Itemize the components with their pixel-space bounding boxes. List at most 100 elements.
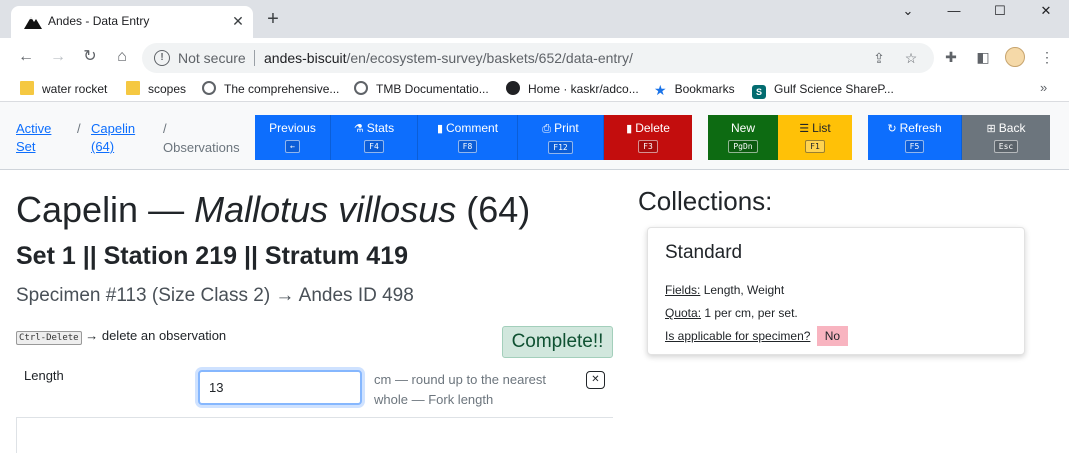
address-bar[interactable]: ! Not secure andes-biscuit/en/ecosystem-…	[142, 43, 934, 73]
bookmark-label: The comprehensive...	[224, 82, 340, 96]
divider	[16, 417, 613, 418]
bookmark-item[interactable]: S Gulf Science ShareP...	[752, 80, 894, 99]
collection-applicable: Is applicable for specimen? No	[665, 326, 849, 346]
clear-field-icon[interactable]: ✕	[586, 371, 605, 389]
delete-hint: Ctrl-Delete → delete an observation	[16, 328, 226, 345]
fields-label: Fields:	[665, 283, 701, 297]
common-name: Capelin	[16, 189, 139, 230]
new-button[interactable]: New PgDn	[708, 115, 778, 160]
kebab-menu-icon[interactable]: ⋮	[1038, 48, 1056, 66]
list-icon: ☰	[799, 123, 810, 135]
globe-icon	[354, 81, 368, 95]
length-label: Length	[24, 368, 64, 383]
tab-close-icon[interactable]: ✕	[229, 12, 247, 30]
back-icon: ⊞	[986, 123, 996, 135]
reload-icon[interactable]: ↻	[78, 45, 102, 69]
back-label: Back	[998, 121, 1026, 135]
tab-search-icon[interactable]: ⌄	[885, 0, 931, 22]
scientific-name: Mallotus villosus	[194, 189, 457, 230]
refresh-key: F5	[904, 140, 925, 153]
bookmark-item[interactable]: water rocket	[20, 80, 107, 98]
browser-tab-strip: Andes - Data Entry ✕ + ⌄ — ☐ ✕	[0, 0, 1069, 38]
minimize-button[interactable]: —	[931, 0, 977, 22]
list-button[interactable]: ☰ List F1	[778, 115, 852, 160]
bookmark-item[interactable]: TMB Documentatio...	[354, 80, 489, 98]
bookmark-label: scopes	[148, 82, 187, 96]
side-panel-icon[interactable]: ◧	[974, 48, 992, 66]
length-help-text: cm — round up to the nearest whole — For…	[374, 372, 546, 407]
back-key: Esc	[993, 140, 1019, 153]
comment-button[interactable]: ▮ Comment F8	[418, 115, 518, 160]
bookmark-star-icon[interactable]: ☆	[902, 49, 920, 67]
print-button[interactable]: ⎙ Print F12	[518, 115, 604, 160]
bookmark-item[interactable]: Home · kaskr/adco...	[506, 80, 639, 98]
previous-button[interactable]: Previous ←	[255, 115, 331, 160]
breadcrumb-active-set[interactable]: Active Set	[16, 120, 51, 156]
bookmark-label: TMB Documentatio...	[376, 82, 489, 96]
folder-icon	[126, 81, 140, 95]
breadcrumb-species[interactable]: Capelin (64)	[91, 120, 135, 156]
mountain-icon	[24, 17, 42, 29]
collection-name: Standard	[665, 242, 743, 263]
collection-quota: Quota: 1 per cm, per set.	[665, 306, 798, 320]
new-label: New	[730, 121, 755, 135]
back-button[interactable]: ⊞ Back Esc	[962, 115, 1050, 160]
collection-fields: Fields: Length, Weight	[665, 283, 784, 297]
bookmark-item[interactable]: ★ Bookmarks	[654, 80, 735, 98]
stats-key: F4	[364, 140, 384, 153]
browser-tab[interactable]: Andes - Data Entry ✕	[11, 6, 253, 38]
applicable-badge: No	[816, 326, 849, 346]
bookmark-item[interactable]: The comprehensive...	[202, 80, 339, 98]
breadcrumb-link[interactable]: Capelin	[91, 121, 135, 136]
species-count: (64)	[466, 189, 531, 230]
breadcrumb-link[interactable]: (64)	[91, 139, 114, 154]
quota-value: 1 per cm, per set.	[704, 306, 798, 320]
breadcrumb-link[interactable]: Set	[16, 139, 36, 154]
forward-arrow-icon[interactable]: →	[46, 45, 70, 69]
collection-card: Standard Fields: Length, Weight Quota: 1…	[647, 227, 1025, 355]
bookmark-item[interactable]: scopes	[126, 80, 186, 98]
length-input[interactable]	[198, 370, 362, 405]
maximize-button[interactable]: ☐	[977, 0, 1023, 22]
bookmarks-bar: water rocket scopes The comprehensive...…	[0, 76, 1069, 102]
comment-icon: ▮	[436, 123, 444, 135]
share-icon[interactable]: ⇪	[870, 49, 888, 67]
list-label: List	[812, 121, 831, 135]
refresh-label: Refresh	[899, 121, 942, 135]
collections-heading: Collections:	[638, 186, 773, 216]
refresh-button[interactable]: ↻ Refresh F5	[868, 115, 962, 160]
heading-dash: —	[148, 189, 185, 230]
browser-toolbar: ← → ↻ ⌂ ! Not secure andes-biscuit/en/ec…	[0, 38, 1069, 76]
divider	[16, 418, 17, 453]
stats-button[interactable]: ⚗ Stats F4	[331, 115, 418, 160]
comment-label: Comment	[446, 121, 499, 135]
trash-icon: ▮	[626, 123, 633, 135]
hint-text: → delete an observation	[85, 328, 227, 343]
refresh-icon: ↻	[887, 123, 897, 135]
stats-label: Stats	[366, 121, 395, 135]
printer-icon: ⎙	[542, 123, 552, 135]
star-icon: ★	[654, 82, 667, 98]
set-station-heading: Set 1 || Station 219 || Stratum 419	[16, 242, 409, 270]
sharepoint-icon: S	[752, 85, 766, 99]
bookmark-label: Bookmarks	[674, 82, 735, 96]
specimen-subtitle: Specimen #113 (Size Class 2) → Andes ID …	[16, 285, 414, 306]
close-window-button[interactable]: ✕	[1023, 0, 1069, 22]
extensions-icon[interactable]: ✚	[942, 48, 960, 66]
not-secure-label[interactable]: Not secure	[178, 50, 246, 66]
bookmark-label: Home · kaskr/adco...	[528, 82, 639, 96]
flask-icon: ⚗	[353, 123, 364, 135]
more-bookmarks-icon[interactable]: »	[1040, 80, 1047, 95]
url-text[interactable]: andes-biscuit/en/ecosystem-survey/basket…	[264, 50, 633, 66]
complete-badge: Complete!!	[502, 326, 613, 358]
delete-button[interactable]: ▮ Delete F3	[604, 115, 692, 160]
home-icon[interactable]: ⌂	[110, 45, 134, 69]
profile-avatar[interactable]	[1005, 47, 1025, 67]
breadcrumb-link[interactable]: Active	[16, 121, 51, 136]
breadcrumb-separator: /	[77, 121, 81, 136]
warning-icon[interactable]: !	[154, 50, 170, 66]
new-tab-button[interactable]: +	[263, 9, 283, 29]
keyboard-shortcut: Ctrl-Delete	[16, 331, 82, 345]
back-arrow-icon[interactable]: ←	[14, 45, 38, 69]
url-host: andes-biscuit	[264, 50, 347, 66]
